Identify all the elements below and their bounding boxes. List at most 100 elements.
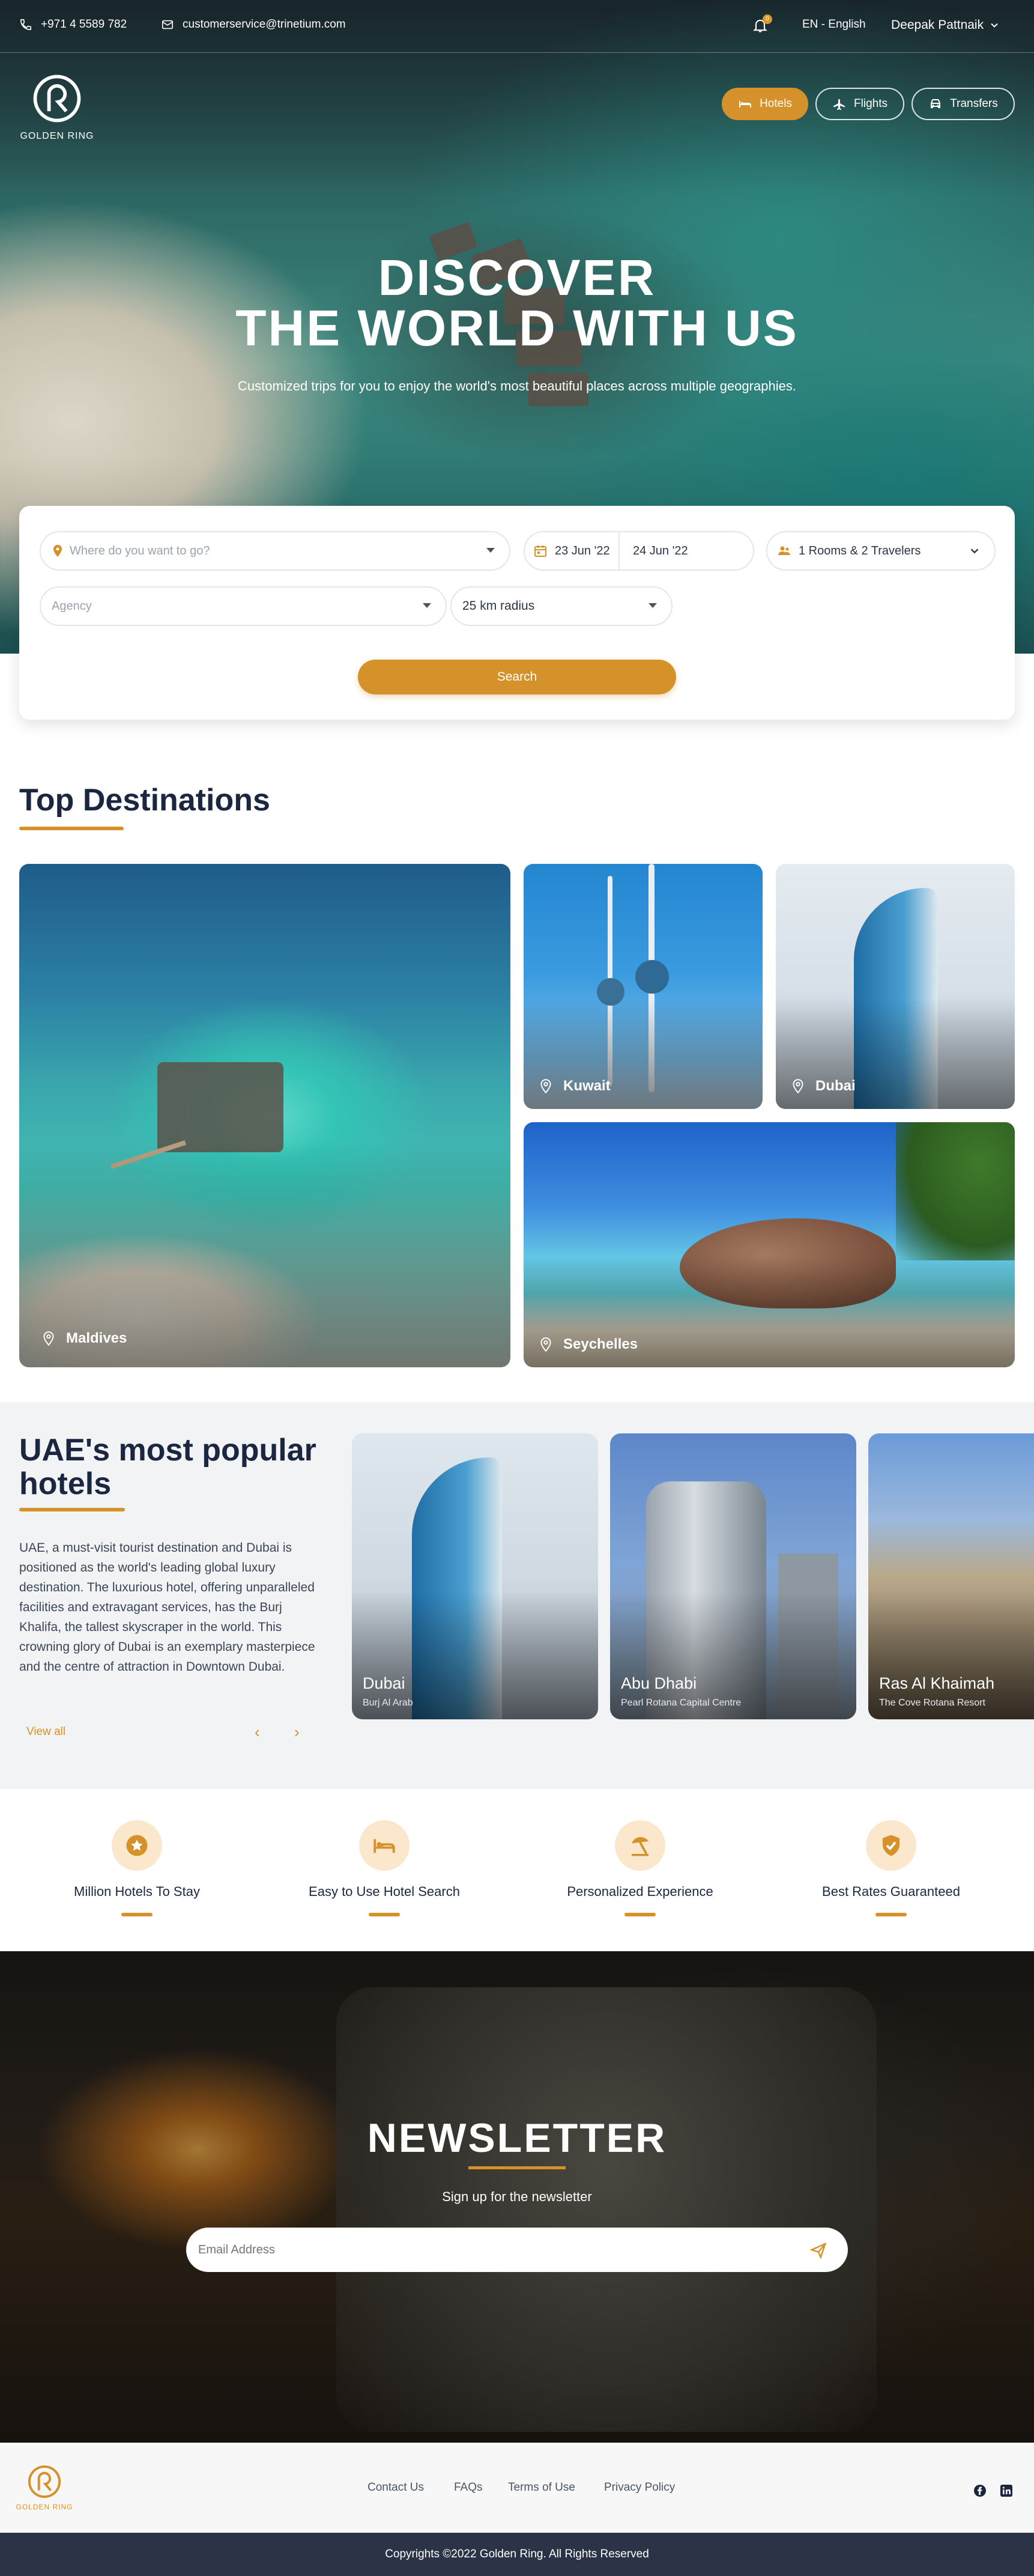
- facebook-icon[interactable]: [973, 2483, 987, 2498]
- footer-link-faqs[interactable]: FAQs: [454, 2481, 483, 2494]
- user-menu[interactable]: Deepak Pattnaik: [891, 18, 1000, 32]
- mode-flights-button[interactable]: Flights: [815, 88, 904, 120]
- star-icon: [126, 1835, 148, 1856]
- hotel-name: Pearl Rotana Capital Centre: [621, 1698, 742, 1708]
- top-bar: +971 4 5589 782 customerservice@trinetiu…: [0, 0, 1034, 53]
- shield-check-icon: [883, 1835, 899, 1856]
- beach-umbrella-icon: [632, 1836, 649, 1856]
- hero-title: DISCOVER THE WORLD WITH US: [0, 252, 1034, 353]
- phone-icon: [20, 19, 32, 31]
- section-underline: [19, 827, 124, 830]
- destination-label: Kuwait: [538, 1078, 611, 1095]
- hotel-city: Ras Al Khaimah: [879, 1674, 995, 1692]
- radius-select[interactable]: 25 km radius: [450, 586, 673, 626]
- mode-transfers-label: Transfers: [950, 97, 998, 110]
- destination-name: Dubai: [815, 1078, 856, 1094]
- feature-underline: [624, 1913, 656, 1916]
- logo-text: GOLDEN RING: [20, 131, 94, 141]
- hero-title-line2: THE WORLD WITH US: [235, 300, 799, 356]
- checkout-date[interactable]: 24 Jun '22: [633, 544, 688, 558]
- checkin-date[interactable]: 23 Jun '22: [555, 544, 618, 558]
- destination-placeholder: Where do you want to go?: [70, 544, 210, 557]
- hero-subtitle: Customized trips for you to enjoy the wo…: [238, 378, 796, 393]
- newsletter-email-input[interactable]: [186, 2228, 848, 2272]
- agency-select[interactable]: Agency: [40, 586, 447, 626]
- destination-card-seychelles[interactable]: Seychelles: [524, 1122, 1015, 1367]
- hotel-card[interactable]: Abu Dhabi Pearl Rotana Capital Centre: [610, 1433, 856, 1719]
- date-range-picker[interactable]: 23 Jun '22 24 Jun '22: [524, 531, 754, 571]
- van-image: [336, 1987, 877, 2432]
- mail-icon: [162, 20, 174, 29]
- email-input[interactable]: [198, 2243, 775, 2257]
- bed-icon: [739, 101, 752, 108]
- hotel-name: Burj Al Arab: [363, 1698, 413, 1708]
- footer-logo-text: GOLDEN RING: [16, 2503, 73, 2511]
- user-name: Deepak Pattnaik: [891, 18, 984, 32]
- destination-select[interactable]: Where do you want to go?: [40, 531, 510, 571]
- footer: GOLDEN RING Contact Us FAQs Terms of Use…: [0, 2443, 1034, 2533]
- top-destinations-title: Top Destinations: [19, 783, 270, 818]
- copyright-text: Copyrights ©2022 Golden Ring. All Rights…: [385, 2548, 649, 2560]
- language-label: EN - English: [802, 18, 866, 31]
- golden-ring-logo-icon: [33, 74, 81, 123]
- site-logo[interactable]: GOLDEN RING: [18, 70, 96, 142]
- footer-link-privacy[interactable]: Privacy Policy: [604, 2481, 675, 2494]
- feature-label: Personalized Experience: [567, 1884, 713, 1899]
- footer-link-terms[interactable]: Terms of Use: [508, 2481, 575, 2494]
- view-all-link[interactable]: View all: [26, 1725, 65, 1739]
- uae-hotels-section: UAE's most popular hotels UAE, a must-vi…: [0, 1402, 1034, 1789]
- destination-label: Dubai: [790, 1078, 856, 1095]
- footer-link-contact[interactable]: Contact Us: [367, 2481, 424, 2494]
- location-pin-icon: [793, 1079, 803, 1094]
- location-pin-icon: [540, 1079, 551, 1094]
- mode-transfers-button[interactable]: Transfers: [912, 88, 1015, 120]
- newsletter-subtitle: Sign up for the newsletter: [442, 2189, 592, 2204]
- feature-label: Best Rates Guaranteed: [822, 1884, 960, 1899]
- feature-icon-badge: [866, 1820, 916, 1871]
- footer-logo[interactable]: GOLDEN RING: [14, 2462, 74, 2511]
- phone-contact[interactable]: +971 4 5589 782: [19, 18, 127, 31]
- chevron-down-icon: [649, 603, 657, 608]
- copyright-bar: Copyrights ©2022 Golden Ring. All Rights…: [0, 2533, 1034, 2576]
- notification-button[interactable]: 0: [752, 14, 772, 35]
- radius-value: 25 km radius: [462, 599, 535, 613]
- feature-icon-badge: [359, 1820, 410, 1871]
- carousel-next-button[interactable]: ›: [294, 1723, 300, 1742]
- chevron-down-icon: [423, 603, 431, 608]
- feature-underline: [875, 1913, 907, 1916]
- agency-placeholder: Agency: [52, 599, 92, 613]
- mode-hotels-button[interactable]: Hotels: [722, 88, 808, 120]
- phone-number: +971 4 5589 782: [41, 18, 127, 31]
- carousel-prev-button[interactable]: ‹: [255, 1723, 260, 1742]
- notification-badge: 0: [763, 14, 772, 24]
- email-address: customerservice@trinetium.com: [183, 18, 346, 31]
- villa-image: [157, 1062, 283, 1152]
- location-pin-icon: [43, 1331, 54, 1346]
- destination-card-kuwait[interactable]: Kuwait: [524, 864, 763, 1109]
- hotel-card[interactable]: Dubai Burj Al Arab: [352, 1433, 598, 1719]
- search-button[interactable]: Search: [358, 660, 676, 694]
- destination-card-maldives[interactable]: Maldives: [19, 864, 510, 1367]
- feature-icon-badge: [112, 1820, 162, 1871]
- hotel-city: Abu Dhabi: [621, 1674, 697, 1692]
- destination-card-dubai[interactable]: Dubai: [776, 864, 1015, 1109]
- chevron-down-icon: [991, 23, 998, 28]
- hotel-name: The Cove Rotana Resort: [879, 1698, 985, 1708]
- car-icon: [931, 99, 941, 108]
- language-selector[interactable]: EN - English: [802, 18, 866, 31]
- uae-hotels-description: UAE, a must-visit tourist destination an…: [19, 1541, 315, 1674]
- newsletter-underline: [468, 2166, 566, 2169]
- location-pin-icon: [53, 545, 62, 557]
- linkedin-icon[interactable]: [999, 2483, 1014, 2498]
- rooms-travelers-select[interactable]: 1 Rooms & 2 Travelers: [766, 531, 996, 571]
- destination-label: Maldives: [41, 1330, 127, 1347]
- feature-underline: [121, 1913, 153, 1916]
- feature-label: Easy to Use Hotel Search: [309, 1884, 460, 1899]
- search-card: Where do you want to go? 23 Jun '22 24 J…: [19, 506, 1015, 720]
- hotel-card[interactable]: Ras Al Khaimah The Cove Rotana Resort: [868, 1433, 1034, 1719]
- destination-name: Seychelles: [563, 1336, 638, 1352]
- send-icon[interactable]: [809, 2241, 827, 2259]
- section-underline: [19, 1508, 125, 1511]
- email-contact[interactable]: customerservice@trinetium.com: [161, 18, 346, 31]
- plane-icon: [833, 99, 845, 110]
